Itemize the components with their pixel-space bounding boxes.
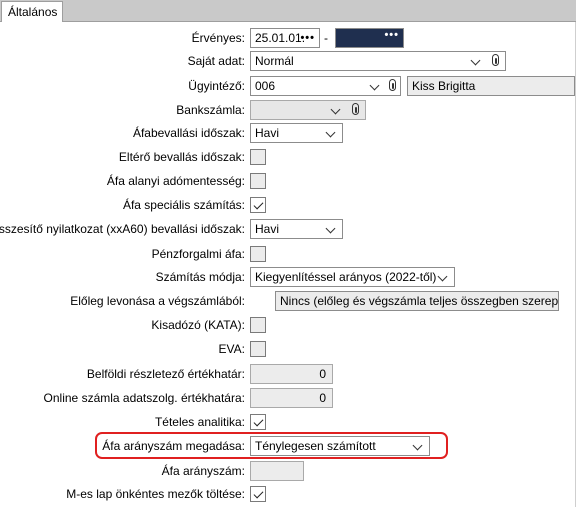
ellipsis-icon[interactable]: •••	[384, 29, 399, 41]
eva-label: EVA:	[218, 342, 245, 356]
belfoldi-value: 0	[319, 367, 326, 381]
form-panel: Érvényes: 25.01.01. ••• - ••• Saját adat…	[0, 22, 576, 507]
afa-aranyszam-megadasa-value: Ténylegesen számított	[255, 439, 376, 453]
chevron-down-icon[interactable]	[412, 440, 423, 451]
afa-aranyszam-megadasa-label: Áfa arányszám megadása:	[102, 439, 245, 453]
check-icon	[253, 199, 264, 210]
afa-alanyi-label: Áfa alanyi adómentesség:	[106, 174, 245, 188]
chevron-down-icon[interactable]	[470, 55, 481, 66]
afabevallasi-select[interactable]: Havi	[250, 123, 343, 143]
elterő-bevallas-label: Eltérő bevallás időszak:	[118, 150, 245, 164]
sajat-adat-select[interactable]: Normál	[250, 51, 506, 71]
eva-checkbox[interactable]	[250, 341, 266, 357]
bankszamla-select[interactable]	[250, 100, 366, 120]
szamitas-modja-select[interactable]: Kiegyenlítéssel arányos (2022-től)	[250, 267, 455, 287]
teteles-label: Tételes analitika:	[154, 415, 245, 429]
kisadozo-label: Kisadózó (KATA):	[151, 318, 245, 332]
m-es-lap-checkbox[interactable]	[250, 486, 266, 502]
ervenyes-label: Érvényes:	[191, 31, 245, 45]
kisadozo-checkbox[interactable]	[250, 317, 266, 333]
belfoldi-label: Belföldi részletező értékhatár:	[86, 367, 245, 381]
chevron-down-icon[interactable]	[325, 223, 336, 234]
ugyintezo-code: 006	[255, 79, 276, 93]
osszesito-label: Összesítő nyilatkozat (xxA60) bevallási …	[0, 222, 245, 236]
chevron-down-icon[interactable]	[369, 80, 380, 91]
tab-altalanos[interactable]: Általános	[1, 1, 63, 22]
afabevallasi-value: Havi	[255, 126, 280, 140]
afa-specialis-label: Áfa speciális számítás:	[122, 198, 245, 212]
check-icon	[253, 416, 264, 427]
sajat-adat-label: Saját adat:	[187, 54, 245, 68]
afa-aranyszam-label: Áfa arányszám:	[161, 464, 245, 478]
afabevallasi-label: Áfabevallási időszak:	[132, 126, 245, 140]
tab-bar: Általános	[0, 0, 576, 22]
chevron-down-icon[interactable]	[330, 104, 341, 115]
paperclip-icon[interactable]	[352, 103, 359, 115]
osszesito-value: Havi	[255, 222, 280, 236]
penzforgalmi-label: Pénzforgalmi áfa:	[151, 247, 245, 261]
paperclip-icon[interactable]	[492, 54, 499, 66]
ellipsis-icon[interactable]: •••	[300, 29, 315, 47]
elterő-bevallas-checkbox[interactable]	[250, 149, 266, 165]
paperclip-icon[interactable]	[389, 79, 396, 91]
online-field[interactable]: 0	[250, 388, 333, 408]
ugyintezo-label: Ügyintéző:	[188, 79, 245, 93]
ugyintezo-select[interactable]: 006	[250, 76, 401, 96]
belfoldi-field[interactable]: 0	[250, 364, 333, 384]
szamitas-modja-value: Kiegyenlítéssel arányos (2022-től)	[255, 270, 437, 284]
afa-aranyszam-megadasa-select[interactable]: Ténylegesen számított	[250, 436, 430, 456]
ugyintezo-name: Kiss Brigitta	[412, 79, 476, 93]
afa-aranyszam-field[interactable]	[250, 461, 304, 481]
afa-alanyi-checkbox[interactable]	[250, 173, 266, 189]
online-value: 0	[319, 391, 326, 405]
eloleg-field: Nincs (előleg és végszámla teljes összeg…	[275, 291, 559, 311]
valid-from-field[interactable]: 25.01.01. •••	[250, 28, 320, 48]
bankszamla-label: Bankszámla:	[176, 103, 245, 117]
chevron-down-icon[interactable]	[325, 127, 336, 138]
teteles-checkbox[interactable]	[250, 414, 266, 430]
afa-specialis-checkbox[interactable]	[250, 197, 266, 213]
chevron-down-icon[interactable]	[437, 271, 448, 282]
sajat-adat-value: Normál	[255, 54, 294, 68]
check-icon	[253, 488, 264, 499]
penzforgalmi-checkbox[interactable]	[250, 246, 266, 262]
osszesito-select[interactable]: Havi	[250, 219, 343, 239]
date-separator: -	[324, 31, 328, 45]
online-label: Online számla adatszolg. értékhatára:	[43, 391, 245, 405]
eloleg-label: Előleg levonása a végszámlából:	[70, 294, 245, 308]
valid-from-value: 25.01.01.	[255, 31, 306, 45]
valid-to-field[interactable]: •••	[335, 28, 404, 48]
ugyintezo-name-field: Kiss Brigitta	[407, 76, 575, 96]
eloleg-value: Nincs (előleg és végszámla teljes összeg…	[280, 294, 559, 308]
szamitas-modja-label: Számítás módja:	[155, 270, 245, 284]
m-es-lap-label: M-es lap önkéntes mezők töltése:	[66, 487, 245, 501]
